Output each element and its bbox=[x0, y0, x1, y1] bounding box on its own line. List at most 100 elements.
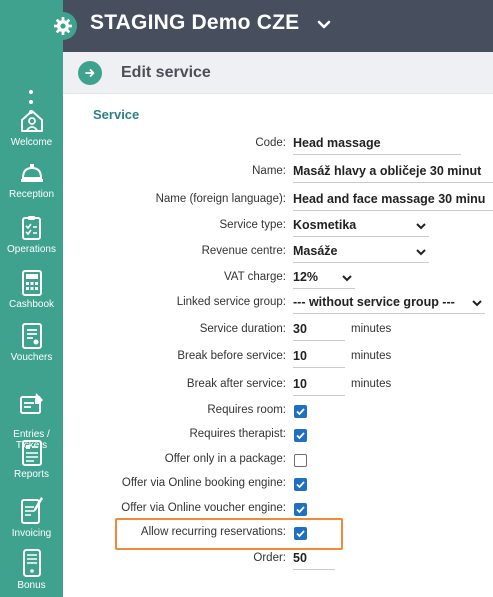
sidebar-item-invoicing[interactable]: Invoicing bbox=[0, 495, 63, 539]
service-type-select[interactable]: Kosmetika bbox=[293, 217, 429, 237]
form-row-online-voucher: Offer via Online voucher engine: bbox=[63, 499, 493, 521]
form-row-recurring: Allow recurring reservations: bbox=[63, 523, 493, 545]
break-before-input[interactable]: 10 bbox=[293, 348, 345, 368]
form-row-revenue-centre: Revenue centre: Masáže bbox=[63, 242, 493, 264]
break-before-unit: minutes bbox=[351, 350, 392, 362]
sidebar-item-bonus[interactable]: Bonus bbox=[0, 549, 63, 591]
package-only-checkbox[interactable] bbox=[294, 454, 307, 467]
form-row-online-booking: Offer via Online booking engine: bbox=[63, 474, 493, 496]
form-row-order: Order: 50 bbox=[63, 549, 493, 571]
name-foreign-input[interactable]: Head and face massage 30 minu bbox=[293, 191, 493, 211]
online-voucher-label: Offer via Online voucher engine: bbox=[121, 502, 286, 514]
form-row-service-type: Service type: Kosmetika bbox=[63, 216, 493, 238]
revenue-centre-value: Masáže bbox=[293, 244, 338, 258]
code-input[interactable]: Head massage bbox=[293, 135, 461, 155]
check-icon bbox=[296, 506, 305, 514]
form-row-name: Name: Masáž hlavy a obličeje 30 minut bbox=[63, 162, 493, 184]
form-row-linked-group: Linked service group: --- without servic… bbox=[63, 293, 493, 315]
duration-unit: minutes bbox=[351, 323, 392, 335]
chevron-down-icon bbox=[416, 223, 426, 230]
ticket-icon bbox=[19, 393, 43, 414]
order-label: Order: bbox=[253, 552, 286, 564]
name-label: Name: bbox=[252, 165, 286, 177]
vat-charge-label: VAT charge: bbox=[223, 271, 286, 283]
sidebar-item-label: Reports bbox=[13, 469, 49, 480]
check-icon bbox=[296, 432, 305, 440]
chevron-down-icon bbox=[416, 249, 426, 256]
app-window: STAGING Demo CZE Welcome Reception Opera… bbox=[0, 0, 493, 597]
check-icon bbox=[296, 408, 305, 416]
check-icon bbox=[296, 530, 305, 538]
linked-group-value: --- without service group --- bbox=[293, 295, 455, 309]
recurring-checkbox[interactable] bbox=[294, 527, 307, 540]
revenue-centre-label: Revenue centre: bbox=[201, 245, 286, 257]
chevron-down-icon bbox=[472, 300, 482, 307]
sidebar-item-welcome[interactable]: Welcome bbox=[0, 108, 63, 148]
form-row-duration: Service duration: 30 minutes bbox=[63, 320, 493, 342]
sidebar: Welcome Reception Operations Cashbook Vo… bbox=[0, 52, 63, 597]
page-title: Edit service bbox=[121, 64, 211, 81]
requires-room-label: Requires room: bbox=[207, 404, 286, 416]
online-booking-checkbox[interactable] bbox=[294, 478, 307, 491]
sidebar-item-label: Reception bbox=[8, 189, 55, 200]
form-row-break-after: Break after service: 10 minutes bbox=[63, 375, 493, 397]
form-row-code: Code: Head massage bbox=[63, 134, 493, 156]
package-only-label: Offer only in a package: bbox=[164, 453, 286, 465]
sidebar-item-label: Welcome bbox=[10, 137, 53, 148]
bell-icon bbox=[20, 164, 43, 182]
code-label: Code: bbox=[255, 137, 286, 149]
break-after-label: Break after service: bbox=[186, 378, 286, 390]
duration-label: Service duration: bbox=[199, 323, 286, 335]
sidebar-item-operations[interactable]: Operations bbox=[0, 215, 63, 255]
linked-group-select[interactable]: --- without service group --- bbox=[293, 294, 485, 314]
requires-therapist-checkbox[interactable] bbox=[294, 429, 307, 442]
chevron-down-icon[interactable] bbox=[315, 16, 333, 34]
invoice-icon bbox=[20, 497, 43, 524]
app-title[interactable]: STAGING Demo CZE bbox=[90, 11, 299, 35]
form-row-package-only: Offer only in a package: bbox=[63, 450, 493, 472]
form-row-requires-therapist: Requires therapist: bbox=[63, 425, 493, 447]
form-row-requires-room: Requires room: bbox=[63, 401, 493, 423]
requires-room-checkbox[interactable] bbox=[294, 405, 307, 418]
sidebar-item-vouchers[interactable]: Vouchers bbox=[0, 323, 63, 363]
sidebar-item-label: Operations bbox=[7, 244, 56, 255]
order-input[interactable]: 50 bbox=[293, 550, 335, 570]
top-bar: STAGING Demo CZE bbox=[0, 0, 493, 52]
online-booking-label: Offer via Online booking engine: bbox=[121, 477, 286, 489]
arrow-right-icon bbox=[85, 69, 95, 77]
sidebar-item-label: Invoicing bbox=[11, 528, 52, 539]
duration-input[interactable]: 30 bbox=[293, 321, 345, 341]
sidebar-item-reception[interactable]: Reception bbox=[0, 162, 63, 200]
sidebar-item-label: Bonus bbox=[17, 580, 46, 591]
linked-group-label: Linked service group: bbox=[176, 296, 286, 308]
name-input[interactable]: Masáž hlavy a obličeje 30 minut bbox=[293, 163, 493, 183]
chevron-down-icon bbox=[342, 275, 352, 282]
form-row-break-before: Break before service: 10 minutes bbox=[63, 347, 493, 369]
sidebar-item-cashbook[interactable]: Cashbook bbox=[0, 270, 63, 310]
gear-icon[interactable] bbox=[49, 12, 77, 40]
voucher-icon bbox=[21, 323, 42, 349]
break-before-label: Break before service: bbox=[177, 350, 286, 362]
reports-icon bbox=[21, 440, 42, 466]
calculator-icon bbox=[21, 270, 42, 296]
section-title: Service bbox=[93, 107, 140, 122]
page-header: Edit service bbox=[63, 52, 493, 94]
break-after-input[interactable]: 10 bbox=[293, 376, 345, 396]
service-type-label: Service type: bbox=[219, 219, 286, 231]
home-icon bbox=[20, 110, 43, 132]
service-type-value: Kosmetika bbox=[293, 218, 357, 232]
clipboard-icon bbox=[21, 216, 41, 240]
form-row-name-foreign: Name (foreign language): Head and face m… bbox=[63, 190, 493, 212]
sidebar-item-label: Vouchers bbox=[10, 352, 53, 363]
revenue-centre-select[interactable]: Masáže bbox=[293, 243, 429, 263]
form-row-vat-charge: VAT charge: 12% bbox=[63, 268, 493, 290]
vat-charge-select[interactable]: 12% bbox=[293, 269, 355, 289]
online-voucher-checkbox[interactable] bbox=[294, 503, 307, 516]
vat-charge-value: 12% bbox=[293, 270, 319, 284]
break-after-unit: minutes bbox=[351, 378, 392, 390]
check-icon bbox=[296, 481, 305, 489]
recurring-label: Allow recurring reservations: bbox=[140, 526, 286, 538]
requires-therapist-label: Requires therapist: bbox=[189, 428, 286, 440]
back-button[interactable] bbox=[78, 61, 102, 85]
sidebar-item-reports[interactable]: Reports bbox=[0, 440, 63, 480]
